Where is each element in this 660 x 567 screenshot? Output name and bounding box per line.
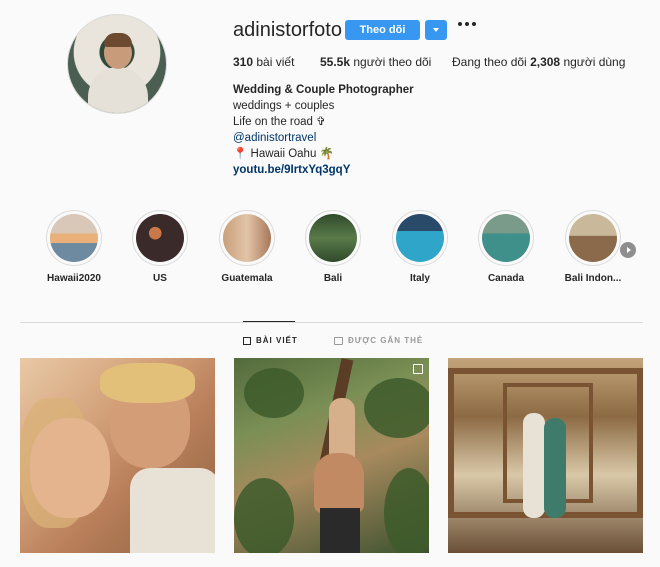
- bio-name: Wedding & Couple Photographer: [233, 84, 414, 96]
- bio-line: weddings + couples: [233, 100, 335, 112]
- highlights-next-button[interactable]: [620, 242, 636, 258]
- bio-line: Life on the road ✞: [233, 116, 326, 128]
- following-link[interactable]: Đang theo dõi 2,308 người dùng: [452, 55, 625, 69]
- posts-count: 310 bài viết: [233, 55, 295, 69]
- bio-website-link[interactable]: youtu.be/9IrtxYq3gqY: [233, 162, 414, 178]
- tab-posts[interactable]: BÀI VIẾT: [243, 336, 298, 345]
- post-thumbnail[interactable]: [20, 358, 215, 553]
- followers-link[interactable]: 55.5k người theo dõi: [320, 55, 431, 69]
- highlight-item[interactable]: Canada: [463, 210, 549, 284]
- more-options-button[interactable]: [458, 22, 476, 26]
- post-thumbnail[interactable]: [234, 358, 429, 553]
- profile-username: adinistorfoto: [233, 19, 342, 41]
- bio-mention-link[interactable]: @adinistortravel: [233, 130, 414, 146]
- active-tab-indicator: [243, 321, 295, 322]
- post-thumbnail[interactable]: [448, 358, 643, 553]
- highlight-item[interactable]: Hawaii2020: [31, 210, 117, 284]
- story-highlights: Hawaii2020 US Guatemala Bali Italy Canad…: [0, 210, 660, 290]
- profile-avatar[interactable]: [67, 14, 167, 114]
- profile-bio: Wedding & Couple Photographer weddings +…: [233, 82, 414, 178]
- multiple-photos-icon: [413, 364, 423, 374]
- highlight-item[interactable]: Italy: [377, 210, 463, 284]
- grid-icon: [243, 336, 251, 345]
- tagged-icon: [334, 336, 343, 345]
- more-dots-icon: [458, 22, 462, 26]
- highlight-item[interactable]: US: [117, 210, 203, 284]
- chevron-down-icon: [433, 28, 439, 32]
- bio-location: 📍 Hawaii Oahu 🌴: [233, 148, 334, 160]
- chevron-right-icon: [626, 247, 631, 253]
- highlight-item[interactable]: Bali: [290, 210, 376, 284]
- tabs-divider: [20, 322, 643, 323]
- follow-button[interactable]: Theo dõi: [345, 20, 420, 40]
- highlight-item[interactable]: Guatemala: [204, 210, 290, 284]
- tab-tagged[interactable]: ĐƯỢC GẮN THẺ: [334, 336, 423, 345]
- suggestions-dropdown-button[interactable]: [425, 20, 447, 40]
